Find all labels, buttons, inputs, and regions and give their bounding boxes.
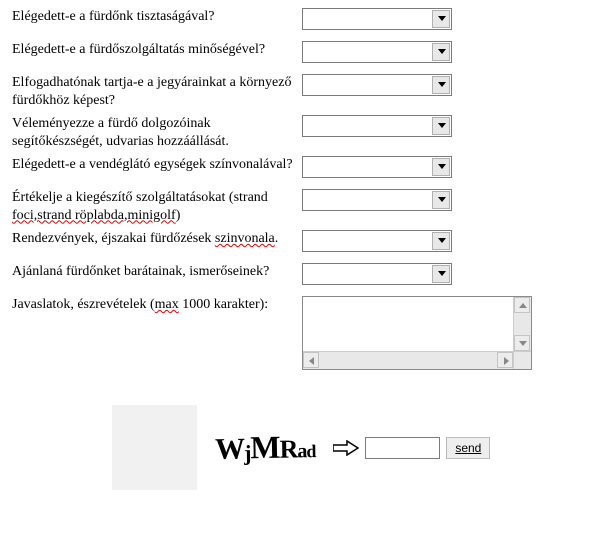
chevron-down-icon (438, 164, 446, 169)
answer-dropdown[interactable] (302, 74, 452, 96)
chevron-down-icon (438, 16, 446, 21)
scroll-left-icon[interactable] (303, 352, 319, 368)
send-button[interactable]: send (446, 437, 490, 459)
chevron-down-icon (438, 49, 446, 54)
scrollbar-horizontal[interactable] (303, 351, 513, 369)
scroll-corner (513, 351, 531, 369)
answer-dropdown[interactable] (302, 263, 452, 285)
question-label: Elégedett-e a fürdőszolgáltatás minőségé… (12, 41, 302, 59)
question-label: Elégedett-e a vendéglátó egységek színvo… (12, 156, 302, 174)
question-row: Elégedett-e a fürdőszolgáltatás minőségé… (12, 41, 594, 68)
chevron-down-icon (438, 197, 446, 202)
comments-label: Javaslatok, észrevételek (max 1000 karak… (12, 296, 302, 314)
question-label: Ajánlaná fürdőnket barátainak, ismerősei… (12, 263, 302, 281)
question-row: Ajánlaná fürdőnket barátainak, ismerősei… (12, 263, 594, 290)
question-row: Elfogadhatónak tartja-e a jegyárainkat a… (12, 74, 594, 109)
scroll-right-icon[interactable] (497, 352, 513, 368)
answer-dropdown[interactable] (302, 115, 452, 137)
chevron-down-icon (438, 123, 446, 128)
chevron-down-icon (438, 82, 446, 87)
captcha-text: WjMRad (215, 428, 316, 467)
captcha-area: WjMRad send (12, 405, 594, 490)
chevron-down-icon (438, 238, 446, 243)
arrow-right-icon (333, 440, 359, 456)
answer-dropdown[interactable] (302, 189, 452, 211)
chevron-down-icon (438, 271, 446, 276)
question-label: Elégedett-e a fürdőnk tisztaságával? (12, 8, 302, 26)
question-label: Elfogadhatónak tartja-e a jegyárainkat a… (12, 74, 302, 109)
question-row: Rendezvények, éjszakai fürdőzések szinvo… (12, 230, 594, 257)
question-row: Elégedett-e a vendéglátó egységek színvo… (12, 156, 594, 183)
captcha-image-placeholder (112, 405, 197, 490)
answer-dropdown[interactable] (302, 8, 452, 30)
question-row: Elégedett-e a fürdőnk tisztaságával? (12, 8, 594, 35)
question-label: Véleményezze a fürdő dolgozóinak segítők… (12, 115, 302, 150)
scroll-down-icon[interactable] (514, 335, 530, 351)
comments-row: Javaslatok, észrevételek (max 1000 karak… (12, 296, 594, 370)
comments-textarea[interactable] (302, 296, 532, 370)
question-label: Értékelje a kiegészítő szolgáltatásokat … (12, 189, 302, 224)
answer-dropdown[interactable] (302, 41, 452, 63)
scroll-up-icon[interactable] (514, 297, 530, 313)
question-row: Véleményezze a fürdő dolgozóinak segítők… (12, 115, 594, 150)
answer-dropdown[interactable] (302, 230, 452, 252)
captcha-input[interactable] (365, 437, 440, 459)
answer-dropdown[interactable] (302, 156, 452, 178)
question-row: Értékelje a kiegészítő szolgáltatásokat … (12, 189, 594, 224)
scrollbar-vertical[interactable] (513, 297, 531, 351)
question-label: Rendezvények, éjszakai fürdőzések szinvo… (12, 230, 302, 248)
